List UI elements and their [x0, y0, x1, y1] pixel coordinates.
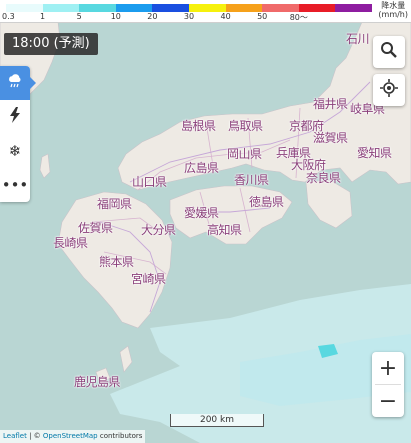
attribution-contributors: contributors	[97, 432, 143, 440]
label-ishikawa: 石川	[346, 32, 370, 46]
scale-bar: 200 km	[170, 414, 264, 427]
locate-icon	[380, 78, 398, 102]
legend-swatch	[298, 4, 336, 12]
legend-tick-label: 30	[183, 12, 195, 21]
osm-link[interactable]: OpenStreetMap	[43, 432, 98, 440]
label-fukui: 福井県	[313, 97, 348, 111]
legend-tick-label: 5	[76, 12, 82, 21]
legend-swatch	[335, 4, 372, 12]
label-kumamoto: 熊本県	[99, 255, 134, 269]
snow-layer-button[interactable]: ❄	[0, 134, 30, 168]
lightning-icon	[8, 107, 22, 127]
label-okayama: 岡山県	[227, 147, 262, 161]
snowflake-icon: ❄	[8, 142, 22, 160]
label-shimane: 島根県	[181, 119, 216, 133]
legend-swatch	[225, 4, 263, 12]
label-kochi: 高知県	[207, 223, 242, 237]
tanegashima-island	[119, 345, 133, 373]
label-miyazaki: 宮崎県	[131, 272, 166, 286]
label-kagawa: 香川県	[234, 173, 269, 187]
label-oita: 大分県	[141, 223, 176, 237]
precipitation-legend: 0.3 1 5 10 20 30 40 50 80～ 降水量 (mm/h)	[0, 0, 411, 23]
map-view[interactable]: 石川 福井県 岐阜県 島根県 鳥取県 京都府 滋賀県 岡山県 愛知県 兵庫県 広…	[0, 22, 411, 443]
legend-tick-label: 40	[220, 12, 231, 21]
zoom-in-button[interactable]: +	[372, 352, 404, 384]
legend-unit-sub: (mm/h)	[378, 10, 408, 19]
lightning-layer-button[interactable]	[0, 100, 30, 134]
legend-swatch	[79, 4, 116, 12]
leaflet-link[interactable]: Leaflet	[3, 432, 27, 440]
zoom-control: + −	[372, 352, 404, 417]
legend-color-bar	[6, 4, 372, 12]
legend-swatch	[115, 4, 153, 12]
tsushima-island	[39, 153, 51, 179]
legend-unit-label: 降水量	[381, 1, 406, 10]
label-aichi: 愛知県	[357, 146, 392, 160]
legend-tick-label: 1	[40, 12, 46, 21]
legend-tick-label: 0.3	[2, 12, 15, 21]
kii-peninsula	[305, 179, 353, 229]
label-nagasaki: 長崎県	[53, 236, 88, 250]
label-shiga: 滋賀県	[313, 131, 348, 145]
legend-tick-label: 20	[147, 12, 158, 21]
search-icon	[380, 41, 398, 64]
label-hiroshima: 広島県	[184, 161, 219, 175]
rain-layer-button[interactable]	[0, 66, 36, 100]
legend-swatch	[188, 4, 226, 12]
label-nara: 奈良県	[306, 171, 341, 185]
label-tottori: 鳥取県	[228, 119, 263, 133]
layer-panel: ❄ •••	[0, 66, 36, 202]
map-basemap	[0, 22, 411, 443]
legend-swatch	[42, 4, 80, 12]
locate-button[interactable]	[373, 74, 405, 106]
legend-tick-label: 80～	[289, 13, 308, 22]
legend-tick-label: 10	[110, 12, 121, 21]
rain-cloud-icon	[7, 73, 23, 93]
legend-unit: 降水量 (mm/h)	[378, 1, 408, 19]
more-icon: •••	[1, 176, 29, 194]
label-kagoshima: 鹿児島県	[74, 375, 121, 389]
map-attribution: Leaflet | © OpenStreetMap contributors	[0, 430, 146, 443]
zoom-out-button[interactable]: −	[372, 385, 404, 417]
legend-swatch	[262, 4, 299, 12]
label-tokushima: 徳島県	[249, 195, 284, 209]
label-ehime: 愛媛県	[184, 206, 219, 220]
legend-swatch	[152, 4, 189, 12]
attribution-separator: | ©	[26, 432, 43, 440]
search-button[interactable]	[373, 36, 405, 68]
legend-tick-label: 50	[257, 12, 268, 21]
forecast-time-badge: 18:00 (予測)	[4, 33, 98, 55]
legend-swatch	[6, 4, 43, 12]
label-yamaguchi: 山口県	[132, 175, 167, 189]
more-layers-button[interactable]: •••	[0, 168, 30, 202]
label-fukuoka: 福岡県	[97, 197, 132, 211]
